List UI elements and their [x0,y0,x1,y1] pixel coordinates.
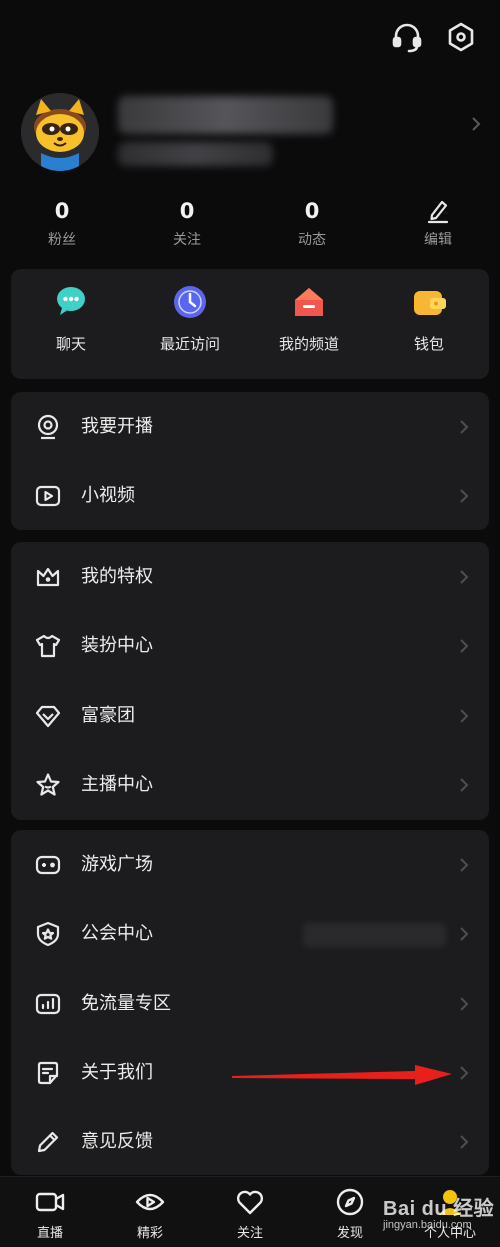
chevron-right-icon [459,996,469,1012]
video-play-icon [35,483,61,509]
menu-item-short-video[interactable]: 小视频 [11,461,489,531]
guild-info-redacted [303,923,446,947]
menu-item-dressup[interactable]: 装扮中心 [11,611,489,681]
stat-fans[interactable]: 0 粉丝 [22,198,102,249]
stat-label: 动态 [298,232,326,248]
username-redacted [118,96,333,134]
eye-play-icon [135,1187,165,1217]
menu-item-rich-club[interactable]: 富豪团 [11,681,489,751]
menu-label: 小视频 [81,485,135,506]
video-camera-icon [35,1187,65,1217]
shield-star-icon [35,921,61,947]
edit-label: 编辑 [424,232,452,248]
profile-header[interactable] [0,90,500,176]
quick-item-channel[interactable]: 我的频道 [249,269,369,369]
tab-label: 精彩 [136,1226,163,1241]
menu-label: 免流量专区 [81,993,171,1014]
pencil-icon [35,1129,61,1155]
tab-label: 直播 [36,1226,63,1241]
menu-label: 我要开播 [81,416,153,437]
menu-item-guild-center[interactable]: 公会中心 [11,899,489,969]
quick-item-recent[interactable]: 最近访问 [130,269,250,369]
menu-card-live: 我要开播 小视频 [11,392,489,530]
stat-value: 0 [179,199,195,223]
stat-following[interactable]: 0 关注 [147,198,227,249]
note-icon [35,1060,61,1086]
menu-label: 游戏广场 [81,854,153,875]
watermark-url: jingyan.baidu.com [383,1219,472,1231]
menu-card-more: 游戏广场 公会中心 免流量专区 关于我们 意见反馈 [11,830,489,1175]
menu-label: 我的特权 [81,566,153,587]
avatar[interactable] [21,93,99,171]
chevron-right-icon [459,708,469,724]
webcam-icon [35,414,61,440]
tab-highlights[interactable]: 精彩 [100,1177,200,1247]
chevron-right-icon [459,488,469,504]
stats-row: 0 粉丝 0 关注 0 动态 编辑 [0,198,500,258]
tshirt-icon [35,633,61,659]
stat-posts[interactable]: 0 动态 [272,198,352,249]
watermark-brand: Bai du 经验 [383,1198,495,1220]
chevron-right-icon [459,1065,469,1081]
menu-item-free-data[interactable]: 免流量专区 [11,969,489,1039]
edit-profile-button[interactable]: 编辑 [398,198,478,249]
menu-label: 关于我们 [81,1062,153,1083]
menu-item-game-plaza[interactable]: 游戏广场 [11,830,489,900]
user-id-redacted [118,142,273,166]
crown-icon [35,564,61,590]
chat-bubble-icon [52,283,90,321]
chevron-right-icon [459,926,469,942]
menu-card-privileges: 我的特权 装扮中心 富豪团 主播中心 [11,542,489,820]
quick-label: 我的频道 [278,335,339,353]
house-icon [290,283,328,321]
menu-label: 意见反馈 [81,1131,153,1152]
menu-label: 主播中心 [81,774,153,795]
menu-label: 装扮中心 [81,635,153,656]
quick-label: 钱包 [413,335,444,353]
menu-label: 公会中心 [81,923,153,944]
menu-item-feedback[interactable]: 意见反馈 [11,1107,489,1177]
menu-label: 富豪团 [81,705,135,726]
quick-label: 聊天 [55,335,86,353]
heart-icon [235,1187,265,1217]
menu-item-privileges[interactable]: 我的特权 [11,542,489,612]
headset-icon[interactable] [390,20,424,54]
menu-item-start-live[interactable]: 我要开播 [11,392,489,462]
chevron-right-icon [459,857,469,873]
stat-value: 0 [304,199,320,223]
chevron-right-icon [459,569,469,585]
tab-follow[interactable]: 关注 [200,1177,300,1247]
star-icon [35,772,61,798]
stat-label: 关注 [173,232,201,248]
compass-icon [335,1187,365,1217]
stat-label: 粉丝 [48,232,76,248]
quick-label: 最近访问 [159,335,220,353]
stat-value: 0 [54,199,70,223]
chevron-right-icon [471,116,481,132]
annotation-arrow-icon [232,1065,452,1085]
quick-item-chat[interactable]: 聊天 [11,269,131,369]
wallet-icon [410,283,448,321]
diamond-icon [35,703,61,729]
tab-live[interactable]: 直播 [0,1177,100,1247]
hexagon-settings-icon[interactable] [444,20,478,54]
chevron-right-icon [459,638,469,654]
chevron-right-icon [459,419,469,435]
quick-item-wallet[interactable]: 钱包 [369,269,489,369]
signal-bars-icon [35,991,61,1017]
clock-icon [171,283,209,321]
pencil-edit-icon [398,198,478,224]
quick-actions-card: 聊天 最近访问 我的频道 钱包 [11,269,489,379]
chevron-right-icon [459,1134,469,1150]
gamepad-icon [35,852,61,878]
menu-item-anchor-center[interactable]: 主播中心 [11,750,489,820]
tab-label: 关注 [236,1226,263,1241]
chevron-right-icon [459,777,469,793]
